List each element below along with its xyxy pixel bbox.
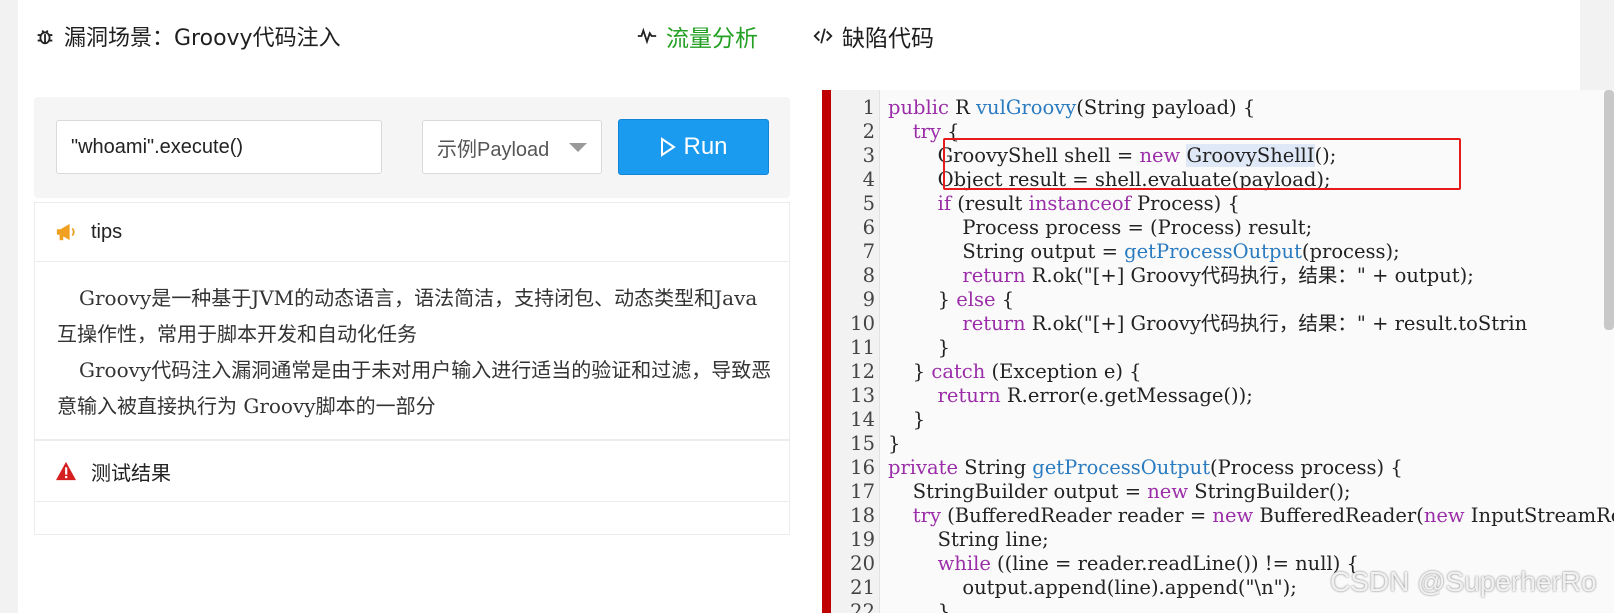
code-text: }: [888, 408, 926, 431]
code-line: 7 String output = getProcessOutput(proce…: [831, 240, 1614, 264]
tab-label: 缺陷代码: [842, 26, 934, 52]
line-number: 12: [850, 360, 875, 383]
code-text: String line;: [888, 528, 1049, 551]
highlight-box: [943, 138, 1461, 190]
code-text: private String getProcessOutput(Process …: [888, 456, 1403, 479]
code-text: }: [888, 432, 901, 455]
tab-vulnerable-code[interactable]: 缺陷代码: [812, 20, 934, 52]
code-line: 13 return R.error(e.getMessage());: [831, 384, 1614, 408]
code-line: 5 if (result instanceof Process) {: [831, 192, 1614, 216]
line-number: 2: [862, 120, 875, 143]
line-number: 14: [850, 408, 875, 431]
line-number: 19: [850, 528, 875, 551]
warning-icon: [55, 461, 77, 481]
code-text: return R.error(e.getMessage());: [937, 384, 1253, 407]
megaphone-icon: [55, 222, 77, 242]
tips-paragraph: Groovy是一种基于JVM的动态语言，语法简洁，支持闭包、动态类型和Java互…: [57, 286, 758, 346]
select-label: 示例Payload: [437, 138, 550, 161]
line-number: 15: [850, 432, 875, 455]
code-text: if (result instanceof Process) {: [937, 192, 1240, 215]
line-number: 20: [850, 552, 875, 575]
code-line: 1 public R vulGroovy(String payload) {: [831, 96, 1614, 120]
test-result-header: 测试结果: [34, 440, 790, 502]
example-payload-select[interactable]: 示例Payload: [422, 120, 602, 174]
code-text: }: [888, 336, 950, 359]
line-number: 6: [862, 216, 875, 239]
line-number: 10: [850, 312, 875, 335]
code-text: try (BufferedReader reader = new Buffere…: [912, 504, 1614, 527]
run-button[interactable]: Run: [618, 119, 769, 175]
code-line: 8 return R.ok("[+] Groovy代码执行，结果：" + out…: [831, 264, 1614, 288]
tips-title: tips: [91, 220, 123, 243]
scenario-title: 漏洞场景：Groovy代码注入: [34, 20, 341, 52]
line-number: 13: [850, 384, 875, 407]
line-number: 16: [850, 456, 875, 479]
scenario-title-text: 漏洞场景：Groovy代码注入: [64, 26, 341, 51]
play-outline-icon: [659, 136, 677, 158]
code-line: 17 StringBuilder output = new StringBuil…: [831, 480, 1614, 504]
vulnerable-code-viewer[interactable]: 1 public R vulGroovy(String payload) { 2 t…: [822, 90, 1614, 613]
chevron-down-icon: [569, 143, 587, 152]
test-result-title: 测试结果: [91, 462, 171, 485]
payload-input[interactable]: [56, 120, 382, 174]
line-number: 5: [862, 192, 875, 215]
line-number: 18: [850, 504, 875, 527]
code-line: 9 } else {: [831, 288, 1614, 312]
code-line: 22 }: [831, 600, 1614, 613]
code-text: }: [888, 600, 950, 613]
test-result-content: [34, 502, 790, 535]
payload-toolbar: 示例Payload Run: [34, 97, 790, 198]
tab-label: 流量分析: [666, 26, 758, 52]
line-number: 3: [862, 144, 875, 167]
bug-icon: [34, 25, 56, 47]
line-number: 9: [862, 288, 875, 311]
code-line: 12 } catch (Exception e) {: [831, 360, 1614, 384]
code-text: return R.ok("[+] Groovy代码执行，结果：" + resul…: [962, 312, 1528, 335]
code-line: 10 return R.ok("[+] Groovy代码执行，结果：" + re…: [831, 312, 1614, 336]
line-number: 21: [850, 576, 875, 599]
code-line: 6 Process process = (Process) result;: [831, 216, 1614, 240]
tips-paragraph: Groovy代码注入漏洞通常是由于未对用户输入进行适当的验证和过滤，导致恶意输入…: [57, 358, 772, 418]
code-text: } else {: [888, 288, 1015, 311]
tips-header: tips: [34, 202, 790, 262]
line-number: 22: [850, 600, 875, 613]
line-number: 17: [850, 480, 875, 503]
line-number: 8: [862, 264, 875, 287]
vertical-scrollbar[interactable]: [1604, 90, 1614, 330]
tips-content: Groovy是一种基于JVM的动态语言，语法简洁，支持闭包、动态类型和Java互…: [34, 262, 790, 440]
code-text: String output = getProcessOutput(process…: [888, 240, 1400, 263]
code-line: 15}: [831, 432, 1614, 456]
code-text: while ((line = reader.readLine()) != nul…: [937, 552, 1359, 575]
code-text: public R vulGroovy(String payload) {: [888, 96, 1256, 119]
code-text: } catch (Exception e) {: [888, 360, 1142, 383]
code-line: 19 String line;: [831, 528, 1614, 552]
code-icon: [812, 25, 834, 47]
code-text: output.append(line).append("\n");: [888, 576, 1297, 599]
activity-pulse-icon: [636, 25, 658, 47]
code-text: StringBuilder output = new StringBuilder…: [888, 480, 1351, 503]
watermark: CSDN @SuperherRo: [1330, 566, 1597, 597]
code-line: 16 private String getProcessOutput(Proces…: [831, 456, 1614, 480]
line-number: 1: [862, 96, 875, 119]
code-line: 14 }: [831, 408, 1614, 432]
code-line: 11 }: [831, 336, 1614, 360]
tab-traffic-analysis[interactable]: 流量分析: [636, 20, 758, 52]
run-button-label: Run: [683, 133, 728, 160]
code-text: Process process = (Process) result;: [888, 216, 1313, 239]
code-line: 18 try (BufferedReader reader = new Buff…: [831, 504, 1614, 528]
line-number: 4: [862, 168, 875, 191]
line-number: 11: [850, 336, 875, 359]
line-number: 7: [862, 240, 875, 263]
code-text: return R.ok("[+] Groovy代码执行，结果：" + outpu…: [962, 264, 1474, 287]
